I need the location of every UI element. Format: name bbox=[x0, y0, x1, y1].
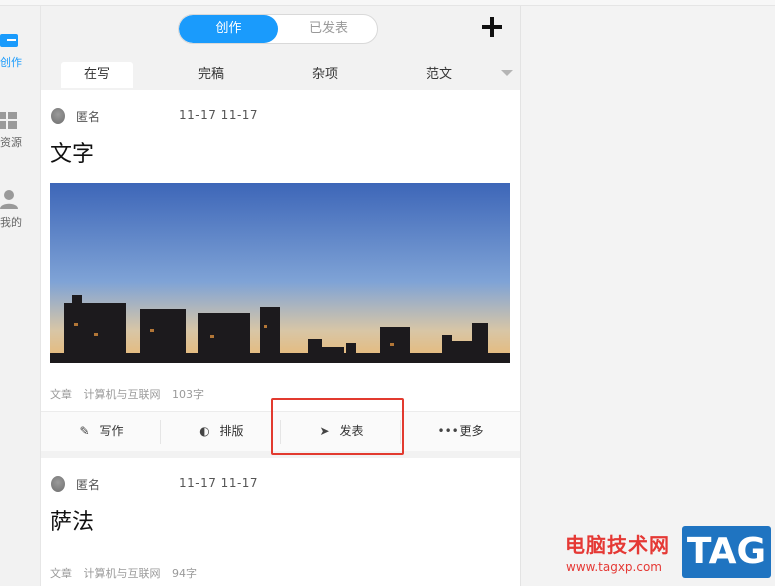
post-wordcount: 94字 bbox=[172, 567, 197, 580]
post-date: 11-17 11-17 bbox=[179, 108, 259, 122]
sidebar-item-label: 我的 bbox=[0, 216, 22, 229]
action-label: 发表 bbox=[339, 424, 364, 438]
detail-pane bbox=[520, 6, 775, 586]
author-name: 匿名 bbox=[76, 478, 101, 492]
watermark-tag-logo: TAG bbox=[682, 526, 771, 578]
create-published-toggle: 创作 已发表 bbox=[178, 14, 378, 44]
watermark-site-name: 电脑技术网 bbox=[565, 533, 670, 557]
send-icon: ➤ bbox=[319, 424, 330, 438]
post-wordcount: 103字 bbox=[172, 388, 204, 401]
post-category: 计算机与互联网 bbox=[83, 388, 161, 401]
app-window: 创作 资源 我的 创作 已发表 在写 完稿 杂项 范文 匿名 11-17 11-… bbox=[0, 0, 775, 586]
post-type: 文章 bbox=[50, 388, 72, 401]
action-label: 排版 bbox=[219, 424, 244, 438]
toggle-published[interactable]: 已发表 bbox=[279, 15, 377, 43]
more-icon: ••• bbox=[437, 424, 459, 438]
grid-icon bbox=[0, 112, 17, 129]
post-cover-image bbox=[50, 183, 510, 363]
tab-writing[interactable]: 在写 bbox=[61, 62, 133, 88]
post-meta: 文章 计算机与互联网 94字 bbox=[50, 565, 205, 581]
write-button[interactable]: ✎ 写作 bbox=[41, 412, 160, 451]
avatar bbox=[51, 476, 65, 492]
layout-icon: ◐ bbox=[199, 424, 210, 438]
post-title[interactable]: 文字 bbox=[50, 136, 94, 168]
tab-finished[interactable]: 完稿 bbox=[175, 62, 247, 88]
action-label: 更多 bbox=[459, 424, 484, 438]
post-meta: 文章 计算机与互联网 103字 bbox=[50, 386, 212, 402]
toggle-create[interactable]: 创作 bbox=[179, 15, 278, 43]
pencil-icon: ✎ bbox=[79, 424, 90, 438]
main-panel: 创作 已发表 在写 完稿 杂项 范文 匿名 11-17 11-17 文字 文章 … bbox=[41, 6, 520, 586]
post-actions: ✎ 写作 ◐ 排版 ➤ 发表 •••更多 bbox=[41, 411, 520, 451]
post-title[interactable]: 萨法 bbox=[50, 504, 94, 536]
person-icon bbox=[0, 190, 18, 209]
post-card[interactable]: 匿名 11-17 11-17 萨法 文章 计算机与互联网 94字 bbox=[41, 458, 520, 586]
more-button[interactable]: •••更多 bbox=[401, 412, 520, 451]
post-date: 11-17 11-17 bbox=[179, 476, 259, 490]
watermark-url: www.tagxp.com bbox=[566, 560, 662, 574]
chevron-down-icon[interactable] bbox=[501, 70, 513, 76]
post-category: 计算机与互联网 bbox=[83, 567, 161, 580]
subtab-bar: 在写 完稿 杂项 范文 bbox=[41, 60, 520, 90]
post-card[interactable]: 匿名 11-17 11-17 文字 文章 计算机与互联网 103字 ✎ 写作 ◐… bbox=[41, 90, 520, 451]
author-name: 匿名 bbox=[76, 110, 101, 124]
sidebar: 创作 资源 我的 bbox=[0, 6, 41, 586]
sidebar-item-label: 资源 bbox=[0, 136, 22, 149]
sidebar-item-resources[interactable]: 资源 bbox=[0, 108, 41, 158]
layout-button[interactable]: ◐ 排版 bbox=[161, 412, 280, 451]
add-icon[interactable] bbox=[479, 14, 505, 40]
tab-sample[interactable]: 范文 bbox=[403, 62, 475, 88]
sidebar-item-label: 创作 bbox=[0, 56, 22, 69]
post-type: 文章 bbox=[50, 567, 72, 580]
action-label: 写作 bbox=[99, 424, 124, 438]
pen-square-icon bbox=[0, 34, 18, 47]
tab-misc[interactable]: 杂项 bbox=[289, 62, 361, 88]
publish-button[interactable]: ➤ 发表 bbox=[281, 412, 400, 451]
avatar bbox=[51, 108, 65, 124]
sidebar-item-create[interactable]: 创作 bbox=[0, 28, 41, 78]
sidebar-item-mine[interactable]: 我的 bbox=[0, 188, 41, 238]
